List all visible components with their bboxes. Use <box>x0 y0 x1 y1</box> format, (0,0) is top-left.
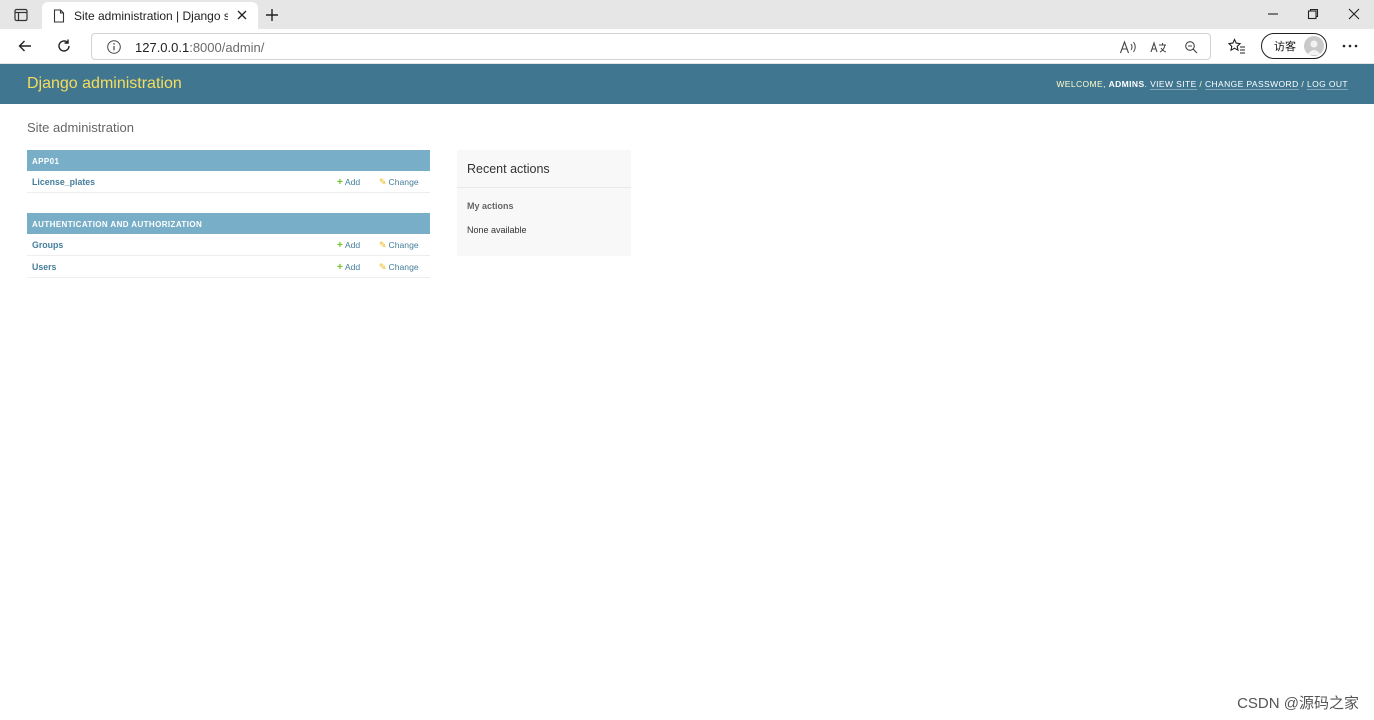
model-row: License_plates + Add ✎ Change <box>27 171 430 193</box>
pencil-icon: ✎ <box>379 262 387 272</box>
favorites-star-icon <box>1228 38 1245 54</box>
read-aloud-button[interactable] <box>1118 38 1138 56</box>
recent-actions-panel: Recent actions My actions None available <box>457 150 631 256</box>
restore-button[interactable] <box>1293 3 1333 25</box>
add-plus-icon: + <box>337 240 343 251</box>
username: ADMINS <box>1108 79 1145 89</box>
tab-close-button[interactable] <box>234 7 250 23</box>
tab-actions-button[interactable] <box>8 4 34 26</box>
close-window-button[interactable] <box>1334 3 1374 25</box>
my-actions-heading: My actions <box>467 201 514 211</box>
model-link-license-plates[interactable]: License_plates <box>32 177 95 187</box>
view-site-link[interactable]: VIEW SITE <box>1150 79 1197 90</box>
model-row: Groups + Add ✎ Change <box>27 234 430 256</box>
model-row: Users + Add ✎ Change <box>27 256 430 278</box>
url-path: :8000/admin/ <box>189 40 265 55</box>
read-aloud-icon <box>1119 40 1136 54</box>
change-password-link[interactable]: CHANGE PASSWORD <box>1204 79 1299 90</box>
user-tools: WELCOME, ADMINS. VIEW SITE / CHANGE PASS… <box>1056 79 1348 90</box>
restore-icon <box>1307 8 1319 20</box>
browser-tab[interactable]: Site administration | Django site admin <box>42 2 258 29</box>
add-link[interactable]: + Add <box>337 177 360 188</box>
add-plus-icon: + <box>337 262 343 273</box>
back-button[interactable] <box>12 34 38 58</box>
more-dots-icon <box>1342 44 1358 48</box>
change-link[interactable]: ✎ Change <box>379 262 419 273</box>
zoom-button[interactable] <box>1181 38 1201 56</box>
no-actions-text: None available <box>467 225 527 235</box>
page-icon <box>53 8 65 23</box>
info-icon[interactable] <box>106 39 122 55</box>
app-caption[interactable]: AUTHENTICATION AND AUTHORIZATION <box>27 213 430 234</box>
avatar-icon <box>1304 36 1324 56</box>
model-link-users[interactable]: Users <box>32 262 56 272</box>
minimize-button[interactable] <box>1253 3 1293 25</box>
browser-toolbar: 127.0.0.1:8000/admin/ 访客 <box>0 29 1374 64</box>
close-window-icon <box>1348 8 1360 20</box>
tab-actions-icon <box>14 8 28 22</box>
log-out-link[interactable]: LOG OUT <box>1306 79 1348 90</box>
site-branding[interactable]: Django administration <box>27 75 182 93</box>
add-link[interactable]: + Add <box>337 262 360 273</box>
page-title: Site administration <box>27 120 134 135</box>
pencil-icon: ✎ <box>379 240 387 250</box>
app-caption[interactable]: APP01 <box>27 150 430 171</box>
plus-icon <box>266 9 278 21</box>
zoom-out-icon <box>1185 41 1198 54</box>
recent-actions-title: Recent actions <box>467 162 550 176</box>
model-link-groups[interactable]: Groups <box>32 240 63 250</box>
more-menu-button[interactable] <box>1337 34 1363 58</box>
reload-icon <box>58 39 70 52</box>
new-tab-button[interactable] <box>262 5 282 25</box>
add-plus-icon: + <box>337 177 343 188</box>
translate-icon <box>1150 41 1167 53</box>
url-text[interactable]: 127.0.0.1:8000/admin/ <box>135 40 264 55</box>
app-module-app01: APP01 License_plates + Add ✎ Change <box>27 150 430 193</box>
reload-button[interactable] <box>51 34 77 58</box>
divider <box>457 187 631 188</box>
admin-header: Django administration WELCOME, ADMINS. V… <box>0 64 1374 104</box>
profile-button[interactable]: 访客 <box>1261 33 1327 59</box>
change-link[interactable]: ✎ Change <box>379 177 419 188</box>
url-host: 127.0.0.1 <box>135 40 190 55</box>
pencil-icon: ✎ <box>379 177 387 187</box>
minimize-icon <box>1268 13 1278 15</box>
translate-button[interactable] <box>1149 38 1169 56</box>
back-arrow-icon <box>18 40 31 52</box>
close-icon <box>237 10 247 20</box>
tab-title: Site administration | Django site admin <box>74 8 228 23</box>
welcome-text: WELCOME, <box>1056 79 1106 89</box>
watermark: CSDN @源码之家 <box>1237 695 1359 712</box>
profile-label: 访客 <box>1274 41 1296 53</box>
app-module-auth: AUTHENTICATION AND AUTHORIZATION Groups … <box>27 213 430 278</box>
change-link[interactable]: ✎ Change <box>379 240 419 251</box>
browser-tab-strip: Site administration | Django site admin <box>0 0 1374 29</box>
favorites-button[interactable] <box>1224 34 1250 58</box>
add-link[interactable]: + Add <box>337 240 360 251</box>
address-bar[interactable]: 127.0.0.1:8000/admin/ <box>91 33 1211 60</box>
